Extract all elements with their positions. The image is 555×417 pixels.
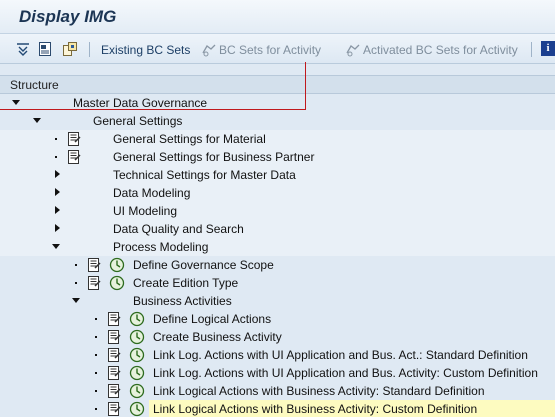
documentation-icon[interactable] (66, 149, 82, 165)
tree-node-label: Define Logical Actions (153, 312, 272, 326)
tree-node-label: Technical Settings for Master Data (113, 168, 296, 182)
collapsed-node-icon[interactable] (55, 224, 60, 232)
toolbar-separator (531, 42, 532, 57)
documentation-icon[interactable] (66, 131, 82, 147)
tree-activity-row[interactable]: Link Log. Actions with UI Application an… (0, 346, 555, 364)
tree-activity-row[interactable]: Link Logical Actions with Business Activ… (0, 382, 555, 400)
tree-node-data-quality-and-search[interactable]: Data Quality and Search (0, 220, 555, 238)
execute-activity-clock-icon[interactable] (129, 383, 145, 399)
leaf-bullet (95, 372, 97, 374)
tree-node-label: Data Modeling (113, 186, 191, 200)
expanded-node-icon[interactable] (72, 298, 80, 303)
tree-activity-row[interactable]: Create Business Activity (0, 328, 555, 346)
documentation-icon[interactable] (86, 275, 102, 291)
application-toolbar: Existing BC Sets BC Sets for Activity Ac… (0, 34, 555, 64)
tree-node-general-settings[interactable]: General Settings (0, 112, 555, 130)
leaf-bullet (95, 336, 97, 338)
page-title: Display IMG (19, 7, 117, 26)
collapsed-node-icon[interactable] (55, 206, 60, 214)
leaf-bullet (95, 390, 97, 392)
bc-set-icon (202, 44, 216, 57)
documentation-icon[interactable] (106, 365, 122, 381)
leaf-bullet (95, 354, 97, 356)
tree-node-label: Link Log. Actions with UI Application an… (153, 366, 538, 380)
tree-node-technical-settings[interactable]: Technical Settings for Master Data (0, 166, 555, 184)
img-structure-tree: Structure Master Data Governance General… (0, 75, 555, 417)
toolbar-separator (89, 42, 90, 57)
tree-node-label: Process Modeling (113, 240, 209, 254)
tree-node-label: Define Governance Scope (133, 258, 274, 272)
tree-node-label: UI Modeling (113, 204, 178, 218)
collapsed-node-icon[interactable] (55, 170, 60, 178)
leaf-bullet (55, 138, 57, 140)
tree-node-label: General Settings (93, 114, 183, 128)
expanded-node-icon[interactable] (33, 118, 41, 123)
tree-node-business-activities[interactable]: Business Activities (0, 292, 555, 310)
expand-subtree-icon[interactable] (15, 41, 31, 57)
execute-activity-clock-icon[interactable] (129, 329, 145, 345)
information-icon[interactable]: i (541, 41, 555, 56)
tree-node-label: Master Data Governance (73, 96, 208, 110)
tree-activity-row[interactable]: Define Logical Actions (0, 310, 555, 328)
expanded-node-icon[interactable] (12, 100, 20, 105)
documentation-icon[interactable] (37, 41, 53, 57)
activated-bc-sets-button[interactable]: Activated BC Sets for Activity (345, 42, 518, 58)
title-bar: Display IMG (0, 0, 555, 34)
documentation-icon[interactable] (106, 329, 122, 345)
leaf-bullet (55, 156, 57, 158)
tree-node-label: Business Activities (133, 294, 232, 308)
execute-activity-clock-icon[interactable] (109, 275, 125, 291)
annotation-marker-line (305, 62, 306, 110)
leaf-bullet (95, 408, 97, 410)
structure-column-label: Structure (10, 78, 59, 92)
tree-column-header: Structure (0, 75, 555, 94)
execute-activity-clock-icon[interactable] (129, 401, 145, 417)
documentation-icon[interactable] (106, 383, 122, 399)
tree-node-label: Link Logical Actions with Business Activ… (153, 384, 485, 398)
tree-node-label: General Settings for Material (113, 132, 266, 146)
leaf-bullet (75, 282, 77, 284)
leaf-bullet (75, 264, 77, 266)
tree-node-ui-modeling[interactable]: UI Modeling (0, 202, 555, 220)
tree-activity-row[interactable]: General Settings for Material (0, 130, 555, 148)
tree-activity-row[interactable]: Define Governance Scope (0, 256, 555, 274)
documentation-icon[interactable] (106, 347, 122, 363)
tree-node-label: Data Quality and Search (113, 222, 244, 236)
activated-bc-sets-label: Activated BC Sets for Activity (363, 43, 518, 57)
where-used-icon[interactable] (62, 41, 78, 57)
tree-node-data-modeling[interactable]: Data Modeling (0, 184, 555, 202)
tree-node-label: Link Logical Actions with Business Activ… (149, 402, 482, 416)
tree-node-label: Create Edition Type (133, 276, 239, 290)
bc-sets-for-activity-label: BC Sets for Activity (219, 43, 322, 57)
bc-set-icon (346, 44, 360, 57)
leaf-bullet (95, 318, 97, 320)
execute-activity-clock-icon[interactable] (109, 257, 125, 273)
tree-activity-row-selected[interactable]: Link Logical Actions with Business Activ… (0, 400, 555, 417)
tree-node-label: General Settings for Business Partner (113, 150, 315, 164)
expanded-node-icon[interactable] (52, 244, 60, 249)
tree-activity-row[interactable]: Create Edition Type (0, 274, 555, 292)
tree-node-label: Link Log. Actions with UI Application an… (153, 348, 528, 362)
tree-activity-row[interactable]: Link Log. Actions with UI Application an… (0, 364, 555, 382)
tree-activity-row[interactable]: General Settings for Business Partner (0, 148, 555, 166)
collapsed-node-icon[interactable] (55, 188, 60, 196)
existing-bc-sets-button[interactable]: Existing BC Sets (101, 42, 190, 58)
tree-node-process-modeling[interactable]: Process Modeling (0, 238, 555, 256)
execute-activity-clock-icon[interactable] (129, 311, 145, 327)
tree-node-label: Create Business Activity (153, 330, 282, 344)
execute-activity-clock-icon[interactable] (129, 347, 145, 363)
documentation-icon[interactable] (86, 257, 102, 273)
documentation-icon[interactable] (106, 311, 122, 327)
bc-sets-for-activity-button[interactable]: BC Sets for Activity (201, 42, 321, 58)
existing-bc-sets-label: Existing BC Sets (101, 43, 191, 57)
annotation-marker-line (0, 109, 306, 110)
execute-activity-clock-icon[interactable] (129, 365, 145, 381)
documentation-icon[interactable] (106, 401, 122, 417)
